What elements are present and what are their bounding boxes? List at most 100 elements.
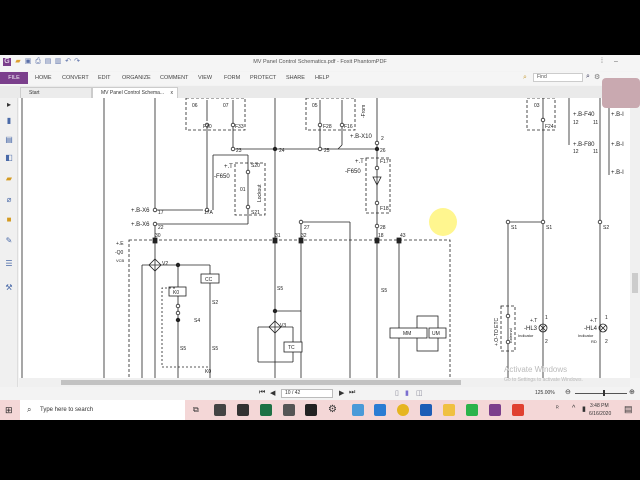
task-view-icon[interactable]: ⧉ (193, 405, 199, 415)
first-page-icon[interactable]: ⏮ (259, 389, 265, 397)
zoom-in-icon[interactable]: ⊕ (629, 388, 635, 396)
schematic-label: S21 (251, 210, 260, 216)
security-lock-icon[interactable]: ■ (4, 215, 14, 225)
attachment-icon[interactable]: ⌀ (4, 195, 14, 205)
clock-time[interactable]: 3:48 PM (590, 403, 609, 409)
menu-edit[interactable]: EDIT (98, 75, 111, 81)
schematic-label: 22 (158, 225, 164, 231)
zoom-slider-handle[interactable] (603, 390, 605, 396)
outlook-icon[interactable] (420, 404, 432, 416)
search-icon[interactable]: ⌕ (586, 73, 590, 81)
excel-icon[interactable] (260, 404, 272, 416)
schematic-label: -F650 (345, 169, 361, 175)
schematic-label: +.B-I (611, 142, 624, 148)
clock-date[interactable]: 6/16/2020 (589, 411, 611, 417)
schematic-label: S2 (603, 225, 609, 231)
menu-form[interactable]: FORM (224, 75, 240, 81)
menu-home[interactable]: HOME (35, 75, 52, 81)
schematic-label: 31 (275, 233, 281, 239)
app-icon[interactable] (352, 404, 364, 416)
settings-icon[interactable]: ⚙ (328, 404, 337, 415)
navigation-panel: ▸ ▮ ▤ ◧ ▰ ⌀ ■ ✎ ☰ ⚒ (0, 98, 18, 388)
schematic-label: 11 (593, 149, 598, 155)
bookmark-icon[interactable]: ▮ (4, 116, 14, 126)
schematic-label: +.B-I (611, 112, 624, 118)
schematic-label: +.B-X6 (131, 222, 150, 228)
tab-document[interactable]: MV Panel Control Schema... x (92, 87, 178, 98)
zoom-level[interactable]: 125.00% (535, 390, 555, 396)
windows-start-icon[interactable]: ⊞ (5, 405, 13, 416)
menu-view[interactable]: VIEW (198, 75, 212, 81)
prev-page-icon[interactable]: ◀ (270, 389, 275, 397)
zoom-slider[interactable] (575, 393, 627, 394)
comments-icon[interactable]: ▰ (4, 174, 14, 184)
schematic-label: 25 (324, 148, 330, 154)
schematic-label: Indicator (578, 333, 594, 338)
notifications-icon[interactable]: ▤ (624, 404, 633, 415)
ribbon-options-icon[interactable]: ⁞ (598, 58, 606, 66)
title-bar: G ▰ ▣ ⎙ ▤ ▥ ↶ ↷ MV Panel Control Schemat… (0, 55, 640, 71)
schematic-label: +.T (590, 318, 597, 324)
taskbar: ⊞ Type here to search ⌕ ⧉ ⚙ ᴿ ^ ▮ 3:48 P… (0, 400, 640, 420)
foxit-icon[interactable] (489, 404, 501, 416)
taskbar-search[interactable]: Type here to search (20, 400, 185, 420)
pages-icon[interactable]: ▤ (4, 135, 14, 145)
scroll-thumb[interactable] (61, 380, 461, 385)
menu-bar: FILE HOME CONVERT EDIT ORGANIZE COMMENT … (0, 72, 640, 85)
tray-chevron-icon[interactable]: ^ (572, 405, 575, 412)
zoom-out-icon[interactable]: ⊖ (565, 388, 571, 396)
app-icon[interactable] (283, 404, 295, 416)
fields-icon[interactable]: ☰ (4, 259, 14, 269)
volume-icon[interactable]: ▮ (582, 405, 586, 413)
chrome-icon[interactable] (397, 404, 409, 416)
single-page-icon[interactable]: ▯ (395, 389, 399, 397)
schematic-label: S5 (277, 286, 283, 292)
schematic-label: 17A (204, 210, 214, 216)
schematic-label: F33 (235, 124, 244, 130)
mail-icon[interactable] (237, 404, 249, 416)
find-input[interactable]: Find (533, 73, 583, 82)
signature-icon[interactable]: ✎ (4, 236, 14, 246)
app-icon[interactable] (466, 404, 478, 416)
menu-protect[interactable]: PROTECT (250, 75, 276, 81)
menu-comment[interactable]: COMMENT (160, 75, 188, 81)
schematic-label: 1 (545, 315, 548, 321)
schematic-label: 30 (155, 233, 161, 239)
menu-convert[interactable]: CONVERT (62, 75, 89, 81)
schematic-label: 23 (236, 148, 242, 154)
menu-organize[interactable]: ORGANIZE (122, 75, 151, 81)
tools-icon[interactable]: ⚒ (4, 283, 14, 293)
schematic-label: RD (591, 339, 597, 344)
schematic-label: 05 (312, 103, 318, 109)
layers-icon[interactable]: ◧ (4, 153, 14, 163)
tab-start[interactable]: Start (20, 87, 92, 98)
activation-watermark-title: Activate Windows (504, 365, 568, 374)
app-icon[interactable] (374, 404, 386, 416)
expand-arrow-icon[interactable]: ▸ (4, 100, 14, 110)
page-number-input[interactable]: 10 / 42 (281, 389, 333, 398)
last-page-icon[interactable]: ⏭ (349, 389, 355, 397)
schematic-label: External (508, 328, 513, 343)
schematic-label: S20 (251, 163, 260, 169)
settings-icon[interactable]: ⚙ (594, 73, 600, 81)
next-page-icon[interactable]: ▶ (339, 389, 344, 397)
facing-icon[interactable]: ◫ (416, 389, 423, 397)
schematic-label: -From (361, 105, 367, 118)
foxit-window: G ▰ ▣ ⎙ ▤ ▥ ↶ ↷ MV Panel Control Schemat… (0, 55, 640, 400)
tab-label: MV Panel Control Schema... (101, 90, 165, 96)
menu-share[interactable]: SHARE (286, 75, 305, 81)
file-explorer-icon[interactable] (443, 404, 455, 416)
continuous-page-icon[interactable]: ▮ (405, 389, 409, 397)
schematic-label: S5 (212, 346, 218, 352)
calculator-icon[interactable] (214, 404, 226, 416)
people-icon[interactable]: ᴿ (556, 406, 559, 412)
minimize-button[interactable]: – (612, 58, 620, 66)
store-icon[interactable] (305, 404, 317, 416)
schematic-label: -HL4 (584, 326, 598, 332)
vertical-scrollbar[interactable] (630, 98, 640, 378)
document-view[interactable]: 06 07 F30 F33 05 F28 F16 +.B-X10 2 23 24… (19, 98, 630, 378)
find-icon: ⌕ (523, 74, 527, 81)
app-icon[interactable] (512, 404, 524, 416)
menu-help[interactable]: HELP (315, 75, 329, 81)
file-menu[interactable]: FILE (0, 72, 28, 84)
